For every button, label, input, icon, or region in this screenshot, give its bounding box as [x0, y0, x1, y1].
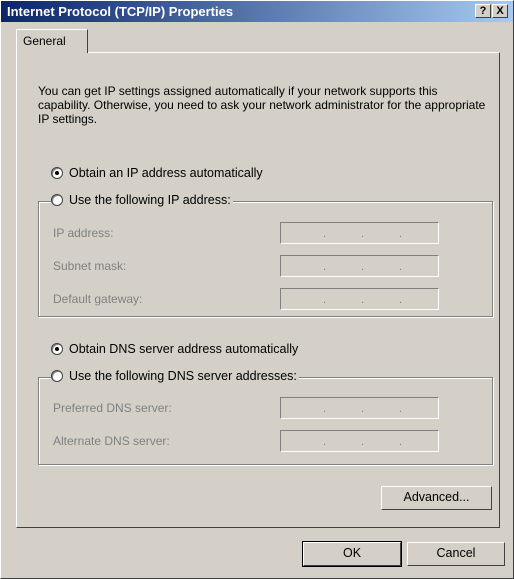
- radio-checked-icon: [51, 167, 63, 179]
- ip-address-label: IP address:: [53, 226, 114, 240]
- window-title: Internet Protocol (TCP/IP) Properties: [7, 4, 234, 19]
- alternate-dns-input[interactable]: . . .: [280, 430, 439, 452]
- help-icon: ?: [479, 5, 487, 17]
- ip-address-input[interactable]: . . .: [280, 222, 439, 244]
- cancel-button[interactable]: Cancel: [407, 542, 505, 566]
- radio-unchecked-icon: [51, 194, 63, 206]
- use-following-dns-label: Use the following DNS server addresses:: [69, 369, 297, 383]
- title-bar[interactable]: Internet Protocol (TCP/IP) Properties ? …: [1, 1, 513, 22]
- alternate-dns-label: Alternate DNS server:: [53, 434, 170, 448]
- obtain-ip-auto-radio[interactable]: Obtain an IP address automatically: [51, 166, 265, 180]
- advanced-button[interactable]: Advanced...: [381, 486, 492, 510]
- tab-general-label: General: [23, 34, 66, 48]
- preferred-dns-label: Preferred DNS server:: [53, 401, 172, 415]
- subnet-mask-input[interactable]: . . .: [280, 255, 439, 277]
- preferred-dns-input[interactable]: . . .: [280, 397, 439, 419]
- obtain-dns-auto-label: Obtain DNS server address automatically: [69, 342, 299, 356]
- general-panel: You can get IP settings assigned automat…: [16, 52, 500, 528]
- close-icon: X: [496, 5, 504, 17]
- tab-general[interactable]: General: [16, 29, 88, 53]
- tcpip-properties-dialog: Internet Protocol (TCP/IP) Properties ? …: [0, 0, 514, 579]
- use-following-ip-radio[interactable]: Use the following IP address:: [51, 193, 233, 207]
- subnet-mask-label: Subnet mask:: [53, 259, 127, 273]
- intro-text: You can get IP settings assigned automat…: [38, 84, 486, 126]
- radio-checked-icon: [51, 343, 63, 355]
- ok-button[interactable]: OK: [302, 541, 402, 567]
- obtain-dns-auto-radio[interactable]: Obtain DNS server address automatically: [51, 342, 301, 356]
- help-button[interactable]: ?: [475, 4, 491, 18]
- close-button[interactable]: X: [492, 4, 508, 18]
- radio-unchecked-icon: [51, 370, 63, 382]
- obtain-ip-auto-label: Obtain an IP address automatically: [69, 166, 263, 180]
- default-gateway-label: Default gateway:: [53, 292, 143, 306]
- use-following-dns-radio[interactable]: Use the following DNS server addresses:: [51, 369, 299, 383]
- default-gateway-input[interactable]: . . .: [280, 288, 439, 310]
- use-following-ip-label: Use the following IP address:: [69, 193, 231, 207]
